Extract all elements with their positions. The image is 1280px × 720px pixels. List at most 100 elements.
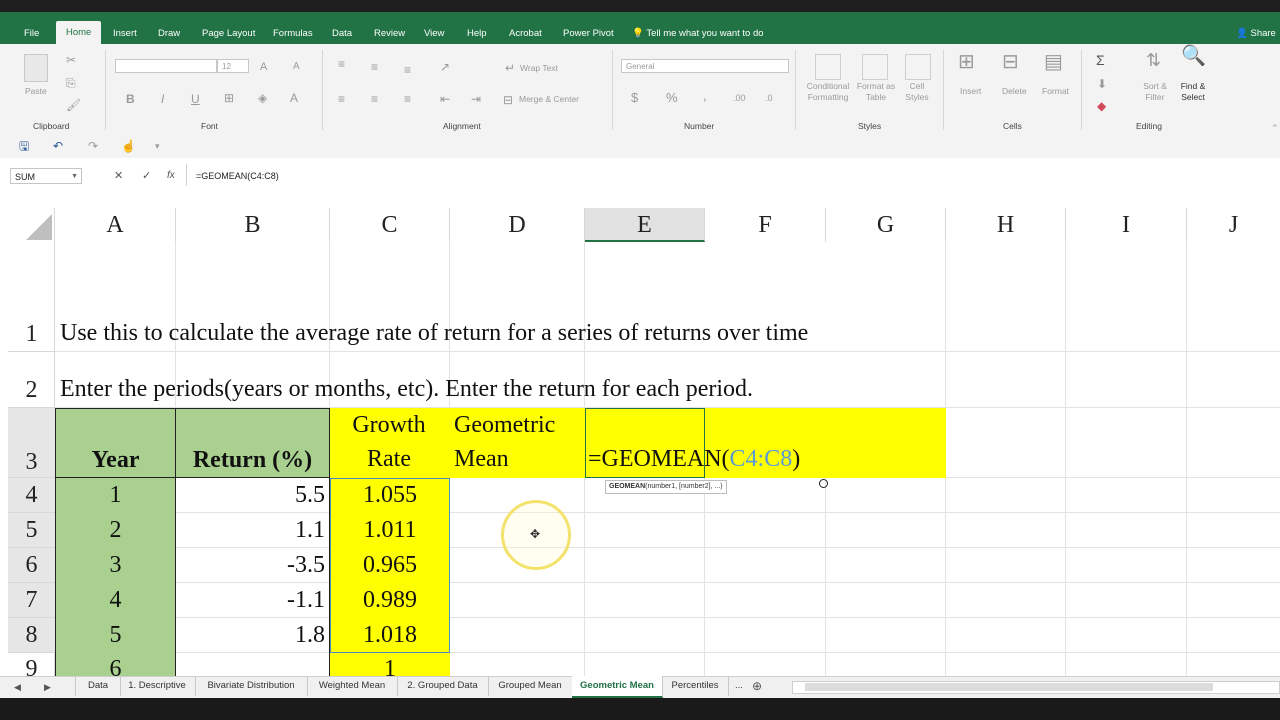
find-select-button[interactable]: Find & Select xyxy=(1176,81,1210,103)
top-align-icon[interactable]: ≡ xyxy=(338,58,345,70)
redo-icon[interactable]: ↷ xyxy=(88,140,98,152)
cell-a1-instructions[interactable]: Use this to calculate the average rate o… xyxy=(60,320,808,347)
column-header-j[interactable]: J xyxy=(1187,208,1280,242)
bottom-align-icon[interactable]: ≡ xyxy=(404,64,411,76)
cell-return[interactable]: -3.5 xyxy=(176,548,330,583)
format-table-icon[interactable] xyxy=(862,54,888,80)
tab-review[interactable]: Review xyxy=(374,12,405,44)
italic-button[interactable]: I xyxy=(161,93,164,105)
bold-button[interactable]: B xyxy=(126,93,135,105)
cell-growth[interactable]: 1.011 xyxy=(330,513,450,548)
tab-acrobat[interactable]: Acrobat xyxy=(509,12,542,44)
sheet-tab-percentiles[interactable]: Percentiles xyxy=(662,676,729,696)
cell-c3-growth-header[interactable]: Growth Rate xyxy=(330,408,450,478)
select-all-corner[interactable] xyxy=(8,208,55,242)
sheet-tab-data[interactable]: Data xyxy=(75,676,121,696)
format-button[interactable]: Format xyxy=(1042,86,1069,97)
fill-color-icon[interactable]: ◈ xyxy=(258,92,267,104)
font-size-box[interactable]: 12 xyxy=(217,59,249,73)
format-as-table-button[interactable]: Format as Table xyxy=(856,81,896,103)
sheet-tab-geometric-mean[interactable]: Geometric Mean xyxy=(572,676,663,698)
increase-font-icon[interactable]: A xyxy=(260,61,267,73)
font-name-box[interactable] xyxy=(115,59,217,73)
function-tooltip[interactable]: GEOMEAN(number1, [number2], ...) xyxy=(605,480,727,494)
column-header-i[interactable]: I xyxy=(1066,208,1187,242)
cut-icon[interactable]: ✂ xyxy=(66,54,76,66)
cell-growth[interactable]: 0.965 xyxy=(330,548,450,583)
column-header-a[interactable]: A xyxy=(55,208,176,242)
wrap-text-button[interactable]: Wrap Text xyxy=(520,63,558,74)
cell-b3-return-header[interactable]: Return (%) xyxy=(176,408,330,478)
cell-d3-geometric-header[interactable]: Geometric Mean xyxy=(450,408,585,478)
format-cells-icon[interactable]: ▤ xyxy=(1044,52,1063,72)
format-painter-icon[interactable]: 🖌 xyxy=(66,99,81,111)
tab-view[interactable]: View xyxy=(424,12,444,44)
row-header-3[interactable]: 3 xyxy=(8,408,55,478)
sheet-tab-weighted-mean[interactable]: Weighted Mean xyxy=(307,676,398,696)
row-header-1[interactable]: 1 xyxy=(8,242,55,352)
collapse-ribbon-icon[interactable]: ⌃ xyxy=(1271,122,1279,134)
tab-power-pivot[interactable]: Power Pivot xyxy=(563,12,614,44)
prev-sheet-icon[interactable]: ◀ xyxy=(14,681,21,693)
align-left-icon[interactable]: ≡ xyxy=(338,93,345,105)
column-header-f[interactable]: F xyxy=(705,208,826,242)
insert-function-icon[interactable]: fx xyxy=(167,170,175,182)
font-color-icon[interactable]: A xyxy=(290,92,298,104)
cell-year[interactable]: 2 xyxy=(55,513,176,548)
cell-a2-instructions[interactable]: Enter the periods(years or months, etc).… xyxy=(60,376,753,403)
cell-styles-icon[interactable] xyxy=(905,54,931,80)
row-header-8[interactable]: 8 xyxy=(8,618,55,653)
cell-year[interactable]: 5 xyxy=(55,618,176,653)
cell-year[interactable]: 4 xyxy=(55,583,176,618)
cell-return[interactable]: 5.5 xyxy=(176,478,330,513)
scrollbar-thumb[interactable] xyxy=(805,683,1213,691)
tab-help[interactable]: Help xyxy=(467,12,487,44)
fill-icon[interactable]: ⬇ xyxy=(1097,78,1107,90)
name-box[interactable]: SUM ▼ xyxy=(10,168,82,184)
currency-button[interactable]: $ xyxy=(631,91,638,104)
tab-data[interactable]: Data xyxy=(332,12,352,44)
cell-year[interactable]: 1 xyxy=(55,478,176,513)
column-header-g[interactable]: G xyxy=(826,208,946,242)
percent-button[interactable]: % xyxy=(666,91,678,104)
undo-icon[interactable]: ↶ xyxy=(53,140,63,152)
clear-icon[interactable]: ◆ xyxy=(1097,100,1106,112)
save-icon[interactable]: 🖫 xyxy=(19,140,29,152)
orientation-icon[interactable]: ↗ xyxy=(440,61,450,73)
number-format-box[interactable]: General xyxy=(621,59,789,73)
column-header-e[interactable]: E xyxy=(585,208,705,242)
row-header-5[interactable]: 5 xyxy=(8,513,55,548)
increase-decimal-icon[interactable]: .00 xyxy=(733,92,746,104)
decrease-decimal-icon[interactable]: .0 xyxy=(765,92,773,104)
delete-cells-icon[interactable]: ⊟ xyxy=(1002,52,1019,72)
center-icon[interactable]: ≡ xyxy=(371,93,378,105)
underline-button[interactable]: U xyxy=(191,93,200,105)
sheet-tab-bivariate[interactable]: Bivariate Distribution xyxy=(195,676,308,696)
conditional-formatting-button[interactable]: Conditional Formatting xyxy=(804,81,852,103)
insert-cells-icon[interactable]: ⊞ xyxy=(958,52,975,72)
align-right-icon[interactable]: ≡ xyxy=(404,93,411,105)
cell-growth[interactable]: 1 xyxy=(330,653,450,676)
borders-icon[interactable]: ⊞ xyxy=(224,92,234,104)
middle-align-icon[interactable]: ≡ xyxy=(371,61,378,73)
formula-in-cell[interactable]: =GEOMEAN(C4:C8) xyxy=(588,446,800,473)
paste-icon[interactable] xyxy=(24,54,48,82)
tab-draw[interactable]: Draw xyxy=(158,12,180,44)
conditional-formatting-icon[interactable] xyxy=(815,54,841,80)
decrease-font-icon[interactable]: A xyxy=(293,61,300,73)
cell-return[interactable] xyxy=(176,653,330,676)
more-sheets-button[interactable]: ... xyxy=(728,676,750,696)
row-header-2[interactable]: 2 xyxy=(8,352,55,408)
cell-return[interactable]: 1.1 xyxy=(176,513,330,548)
insert-button[interactable]: Insert xyxy=(960,86,981,97)
delete-button[interactable]: Delete xyxy=(1002,86,1027,97)
formula-input[interactable]: =GEOMEAN(C4:C8) xyxy=(196,168,279,184)
cancel-entry-icon[interactable]: ✕ xyxy=(114,170,123,182)
cell-growth[interactable]: 0.989 xyxy=(330,583,450,618)
row-header-7[interactable]: 7 xyxy=(8,583,55,618)
tab-page-layout[interactable]: Page Layout xyxy=(202,12,255,44)
cell-return[interactable]: -1.1 xyxy=(176,583,330,618)
cell-a3-year-header[interactable]: Year xyxy=(55,408,176,478)
cell-growth[interactable]: 1.055 xyxy=(330,478,450,513)
sort-filter-button[interactable]: Sort & Filter xyxy=(1140,81,1170,103)
